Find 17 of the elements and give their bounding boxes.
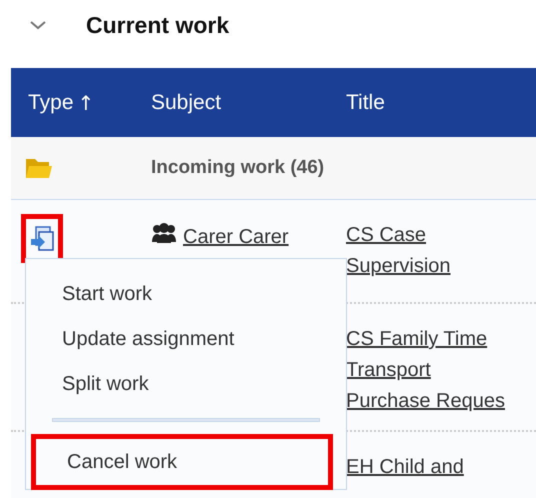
menu-item[interactable]: Start work	[26, 271, 346, 316]
subject-link[interactable]: Carer Carer	[183, 222, 289, 252]
column-header[interactable]: Subject	[151, 68, 346, 137]
column-header[interactable]: Title	[346, 68, 536, 137]
group-label[interactable]: Incoming work (46)	[151, 154, 324, 182]
section-title: Current work	[86, 10, 230, 40]
sort-arrow: ↑	[78, 90, 94, 116]
title-link[interactable]: EH Child and	[346, 446, 536, 498]
menu-item[interactable]: Update assignment	[26, 316, 346, 361]
people-icon	[151, 222, 177, 244]
title-link[interactable]: CS Case Supervision	[346, 214, 536, 302]
title-link[interactable]: CS Family Time Transport Purchase Reques	[346, 318, 536, 430]
menu-item[interactable]: Cancel work	[31, 434, 333, 490]
chevron-down-icon[interactable]	[28, 19, 48, 31]
menu-item[interactable]: Split work	[26, 361, 346, 406]
folder-icon	[25, 156, 53, 180]
column-header[interactable]: Type ↑	[11, 68, 151, 137]
